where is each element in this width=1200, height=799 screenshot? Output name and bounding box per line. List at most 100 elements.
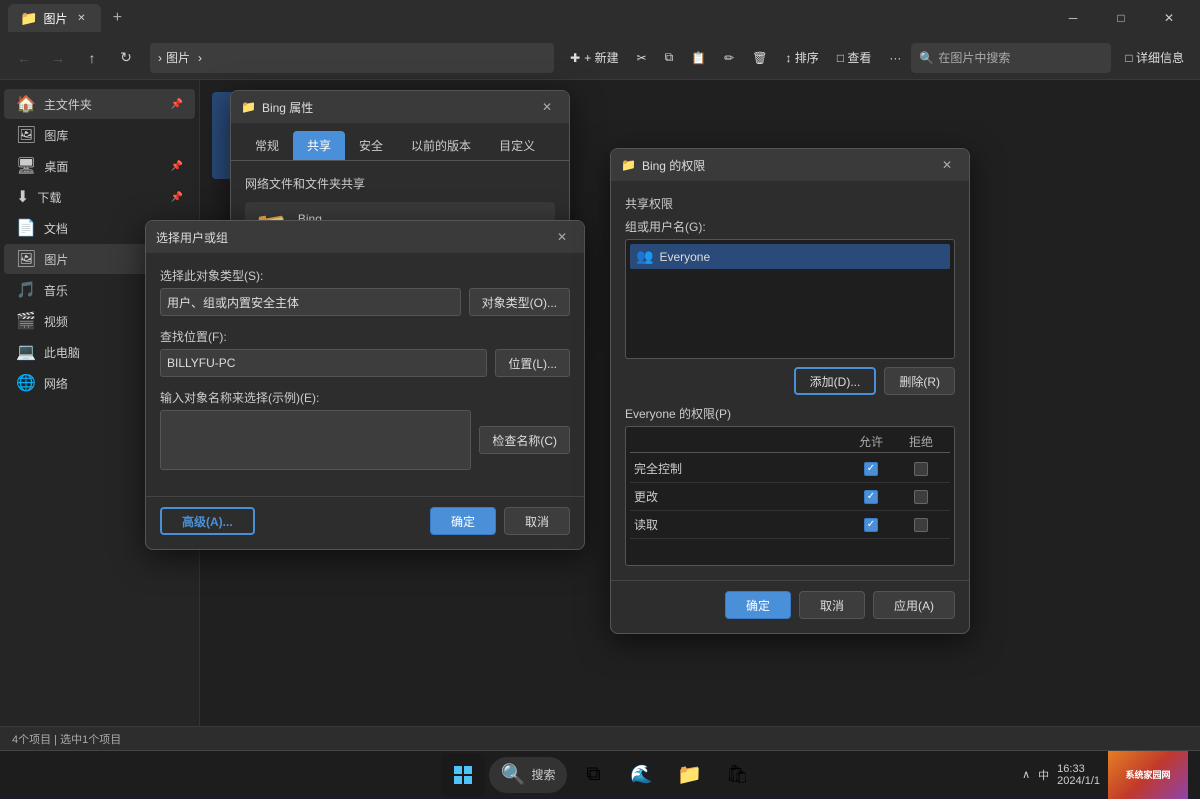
- forward-btn[interactable]: →: [42, 42, 74, 74]
- taskbar-clock: 16:332024/1/1: [1057, 763, 1100, 787]
- change-allow-checkbox[interactable]: ✓: [864, 490, 878, 504]
- perm-read-allow[interactable]: ✓: [846, 518, 896, 532]
- close-btn[interactable]: ✕: [1146, 2, 1192, 34]
- tab-share[interactable]: 共享: [293, 131, 345, 160]
- advanced-btn[interactable]: 高级(A)...: [160, 507, 255, 535]
- sidebar-label-network: 网络: [44, 375, 68, 392]
- taskbar-corner: 系统家园网: [1108, 751, 1188, 799]
- pin-downloads-icon: 📌: [171, 192, 183, 203]
- share-section-title: 网络文件和文件夹共享: [245, 175, 555, 192]
- read-deny-checkbox[interactable]: [914, 518, 928, 532]
- bing-props-titlebar: 📁 Bing 属性 ✕: [231, 91, 569, 123]
- tab-folder-icon: 📁: [20, 10, 37, 27]
- maximize-btn[interactable]: □: [1098, 2, 1144, 34]
- explorer-taskbar-btn[interactable]: 📁: [667, 753, 711, 797]
- minimize-btn[interactable]: ─: [1050, 2, 1096, 34]
- tab-general[interactable]: 常规: [241, 131, 293, 160]
- thispc-icon: 💻: [16, 342, 36, 362]
- back-btn[interactable]: ←: [8, 42, 40, 74]
- refresh-btn[interactable]: ↻: [110, 42, 142, 74]
- sort-btn[interactable]: ↕ 排序: [777, 43, 826, 73]
- search-btn[interactable]: 🔍 搜索: [489, 757, 568, 793]
- tab-close-btn[interactable]: ✕: [73, 10, 89, 26]
- check-btn[interactable]: 检查名称(C): [479, 426, 570, 454]
- gallery-icon: 🖼: [16, 125, 36, 145]
- bing-props-title: Bing 属性: [262, 99, 529, 116]
- taskbar-chevron: ∧: [1022, 768, 1030, 781]
- new-icon: ✚: [570, 51, 580, 65]
- sidebar-item-home[interactable]: 🏠 主文件夹 📌: [4, 89, 195, 119]
- full-deny-checkbox[interactable]: [914, 462, 928, 476]
- search-bar[interactable]: 🔍 在图片中搜索: [911, 43, 1111, 73]
- sidebar-item-downloads[interactable]: ⬇ 下载 📌: [4, 182, 195, 212]
- bing-props-close[interactable]: ✕: [535, 95, 559, 119]
- perm-label-suffix: 的权限(P): [679, 407, 731, 421]
- select-user-content: 选择此对象类型(S): 对象类型(O)... 查找位置(F): 位置(L)...: [146, 253, 584, 496]
- tab-previous[interactable]: 以前的版本: [397, 131, 485, 160]
- delete-btn[interactable]: 🗑: [744, 43, 775, 73]
- perm-full-control-name: 完全控制: [634, 460, 846, 477]
- permissions-cancel[interactable]: 取消: [799, 591, 865, 619]
- perm-row-label: Everyone 的权限(P): [625, 405, 955, 422]
- perm-change-allow[interactable]: ✓: [846, 490, 896, 504]
- view-btn[interactable]: □ 查看: [829, 43, 880, 73]
- type-btn[interactable]: 对象类型(O)...: [469, 288, 570, 316]
- sidebar-item-desktop[interactable]: 🖥 桌面 📌: [4, 151, 195, 181]
- taskbar: 🔍 搜索 ⧉ 🌊 📁 🛍 ∧ 中 16:332024/1/1 系统家园网: [0, 750, 1200, 798]
- toolbar-actions: ✚ + 新建 ✂ ⧉ 📋 ✏ 🗑 ↕ 排序 □ 查看 ···: [562, 43, 909, 73]
- change-deny-checkbox[interactable]: [914, 490, 928, 504]
- up-btn[interactable]: ↑: [76, 42, 108, 74]
- perm-label-prefix: Everyone: [625, 407, 676, 421]
- nav-buttons: ← → ↑ ↻: [8, 42, 142, 74]
- group-label: 组或用户名(G):: [625, 218, 955, 235]
- permissions-close[interactable]: ✕: [935, 153, 959, 177]
- more-btn[interactable]: ···: [881, 43, 909, 73]
- cut-btn[interactable]: ✂: [629, 43, 655, 73]
- new-tab-btn[interactable]: +: [103, 4, 131, 32]
- address-icon: ›: [158, 51, 162, 65]
- store-btn[interactable]: 🛍: [715, 753, 759, 797]
- add-btn[interactable]: 添加(D)...: [794, 367, 877, 395]
- perm-read-deny[interactable]: [896, 518, 946, 532]
- tab-security[interactable]: 安全: [345, 131, 397, 160]
- remove-btn[interactable]: 删除(R): [884, 367, 955, 395]
- home-icon: 🏠: [16, 94, 36, 114]
- task-view-btn[interactable]: ⧉: [571, 753, 615, 797]
- perm-col-name: [634, 433, 846, 450]
- sidebar-label-documents: 文档: [44, 220, 68, 237]
- location-btn[interactable]: 位置(L)...: [495, 349, 570, 377]
- type-input-row: 对象类型(O)...: [160, 288, 570, 316]
- paste-btn[interactable]: 📋: [683, 43, 714, 73]
- tab-customize[interactable]: 目定义: [485, 131, 549, 160]
- permissions-apply[interactable]: 应用(A): [873, 591, 955, 619]
- details-btn[interactable]: □ 详细信息: [1117, 43, 1192, 73]
- sort-label: ↕ 排序: [785, 49, 818, 66]
- select-user-cancel[interactable]: 取消: [504, 507, 570, 535]
- explorer-tab[interactable]: 📁 图片 ✕: [8, 4, 101, 32]
- perm-full-allow[interactable]: ✓: [846, 462, 896, 476]
- read-allow-checkbox[interactable]: ✓: [864, 518, 878, 532]
- address-chevron: ›: [198, 51, 202, 65]
- select-user-ok[interactable]: 确定: [430, 507, 496, 535]
- sidebar-label-gallery: 图库: [44, 127, 68, 144]
- copy-btn[interactable]: ⧉: [657, 43, 682, 73]
- perm-full-deny[interactable]: [896, 462, 946, 476]
- location-input-row: 位置(L)...: [160, 349, 570, 377]
- perm-change-deny[interactable]: [896, 490, 946, 504]
- address-bar[interactable]: › 图片 ›: [150, 43, 554, 73]
- start-btn[interactable]: [441, 753, 485, 797]
- type-input[interactable]: [160, 288, 461, 316]
- sidebar-item-gallery[interactable]: 🖼 图库: [4, 120, 195, 150]
- full-allow-checkbox[interactable]: ✓: [864, 462, 878, 476]
- perms-table-header: 允许 拒绝: [630, 431, 950, 453]
- perm-row-full-control: 完全控制 ✓: [630, 455, 950, 483]
- group-item-everyone[interactable]: 👥 Everyone: [630, 244, 950, 269]
- new-btn[interactable]: ✚ + 新建: [562, 43, 626, 73]
- edge-btn[interactable]: 🌊: [619, 753, 663, 797]
- permissions-ok[interactable]: 确定: [725, 591, 791, 619]
- rename-btn[interactable]: ✏: [716, 43, 742, 73]
- location-input[interactable]: [160, 349, 487, 377]
- details-label: □ 详细信息: [1125, 49, 1184, 66]
- name-textarea[interactable]: [160, 410, 471, 470]
- select-user-close[interactable]: ✕: [550, 225, 574, 249]
